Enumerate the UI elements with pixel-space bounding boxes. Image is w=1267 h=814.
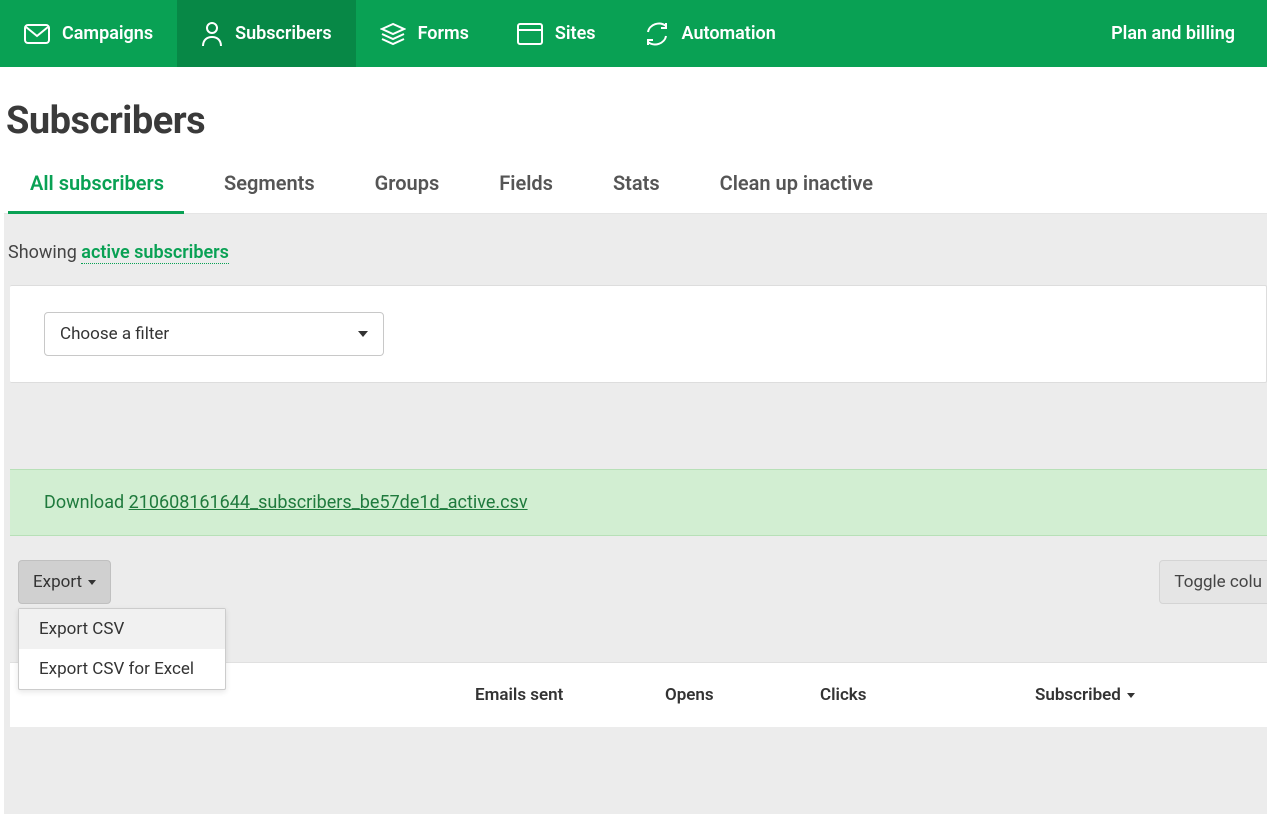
- nav-label: Sites: [555, 23, 596, 44]
- user-icon: [201, 21, 223, 47]
- column-subscribed[interactable]: Subscribed: [1025, 685, 1145, 705]
- filter-dropdown[interactable]: Choose a filter: [44, 312, 384, 356]
- nav-label: Campaigns: [62, 23, 153, 44]
- tab-fields[interactable]: Fields: [497, 161, 555, 213]
- page-title: Subscribers: [4, 67, 1267, 161]
- mail-icon: [24, 24, 50, 44]
- column-clicks[interactable]: Clicks: [810, 685, 1025, 705]
- tab-cleanup[interactable]: Clean up inactive: [718, 161, 875, 213]
- download-notice: Download 210608161644_subscribers_be57de…: [10, 469, 1267, 536]
- export-csv-excel-option[interactable]: Export CSV for Excel: [19, 649, 225, 689]
- tab-stats[interactable]: Stats: [611, 161, 662, 213]
- export-dropdown: Export CSV Export CSV for Excel: [18, 608, 226, 690]
- showing-filter-link[interactable]: active subscribers: [81, 242, 229, 264]
- showing-prefix: Showing: [8, 242, 81, 263]
- stack-icon: [380, 22, 406, 46]
- download-file-link[interactable]: 210608161644_subscribers_be57de1d_active…: [129, 492, 528, 513]
- nav-plan-billing[interactable]: Plan and billing: [1099, 23, 1247, 44]
- table-toolbar: Export Toggle colu Export CSV Export CSV…: [10, 560, 1267, 604]
- tab-groups[interactable]: Groups: [373, 161, 442, 213]
- nav-automation[interactable]: Automation: [620, 0, 800, 67]
- caret-down-icon: [88, 580, 96, 585]
- top-navigation: Campaigns Subscribers Forms Sites Automa…: [0, 0, 1267, 67]
- nav-label: Subscribers: [235, 23, 332, 44]
- content-area: Showing active subscribers Choose a filt…: [4, 214, 1267, 814]
- filter-placeholder: Choose a filter: [60, 324, 169, 344]
- tab-all-subscribers[interactable]: All subscribers: [28, 161, 166, 213]
- showing-text: Showing active subscribers: [4, 242, 1267, 285]
- sort-caret-icon: [1127, 693, 1135, 698]
- toggle-columns-button[interactable]: Toggle colu: [1159, 560, 1267, 604]
- nav-label: Forms: [418, 23, 469, 44]
- export-button[interactable]: Export: [18, 560, 111, 604]
- nav-label: Automation: [682, 23, 776, 44]
- refresh-icon: [644, 22, 670, 46]
- window-icon: [517, 23, 543, 45]
- filter-panel: Choose a filter: [10, 285, 1267, 383]
- column-emails-sent[interactable]: Emails sent: [465, 685, 655, 705]
- download-prefix: Download: [44, 492, 129, 513]
- export-csv-option[interactable]: Export CSV: [19, 609, 225, 649]
- nav-forms[interactable]: Forms: [356, 0, 493, 67]
- chevron-down-icon: [358, 331, 368, 337]
- nav-sites[interactable]: Sites: [493, 0, 620, 67]
- sub-navigation: All subscribers Segments Groups Fields S…: [4, 161, 1267, 214]
- export-label: Export: [33, 572, 82, 592]
- tab-segments[interactable]: Segments: [222, 161, 317, 213]
- nav-subscribers[interactable]: Subscribers: [177, 0, 356, 67]
- column-label: Subscribed: [1035, 685, 1121, 705]
- nav-campaigns[interactable]: Campaigns: [0, 0, 177, 67]
- column-opens[interactable]: Opens: [655, 685, 810, 705]
